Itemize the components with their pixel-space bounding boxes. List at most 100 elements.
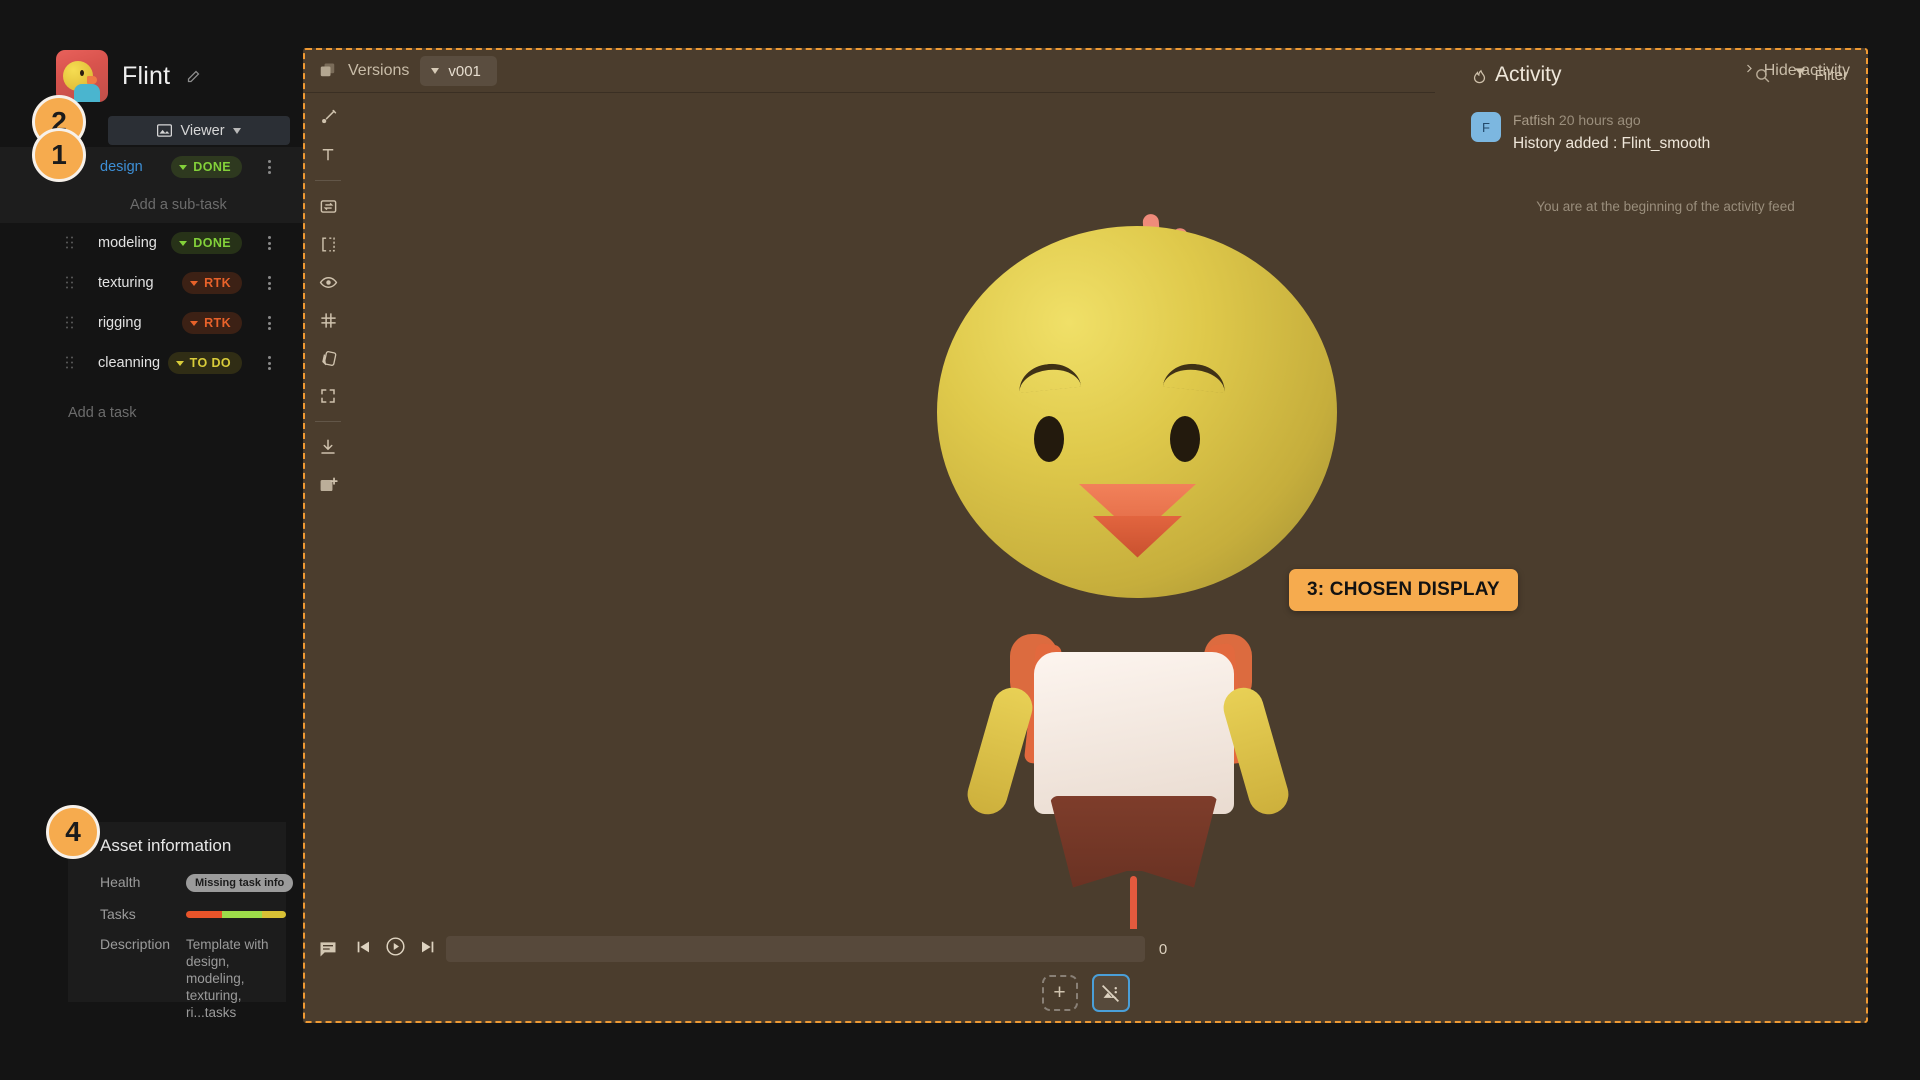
transport-controls — [351, 936, 436, 962]
task-list: design DONE Add a sub-task modeling DONE — [0, 147, 303, 421]
status-badge[interactable]: RTK — [182, 272, 242, 294]
fullscreen-icon[interactable] — [305, 377, 351, 415]
toolbar-divider — [305, 92, 1435, 93]
asset-information-title: Asset information — [100, 836, 232, 855]
filter-button[interactable]: Filter — [1793, 66, 1848, 84]
compare-icon[interactable] — [305, 187, 351, 225]
tasks-progress-bar — [186, 911, 286, 918]
status-badge[interactable]: RTK — [182, 312, 242, 334]
chevron-down-icon — [190, 280, 199, 286]
drag-handle-icon[interactable] — [66, 316, 73, 330]
activity-item-meta: Fatfish 20 hours ago — [1513, 112, 1854, 128]
brand-header: Flint — [0, 0, 303, 102]
health-row: Health Missing task info — [68, 874, 294, 892]
task-menu-button[interactable] — [268, 236, 271, 250]
drag-handle-icon[interactable] — [66, 276, 73, 290]
split-icon[interactable] — [305, 225, 351, 263]
image-plus-icon[interactable] — [305, 466, 351, 504]
play-icon[interactable] — [385, 936, 406, 962]
activity-item-time: 20 hours ago — [1558, 112, 1641, 128]
activity-header: Activity Filter — [1467, 52, 1864, 98]
status-badge[interactable]: TO DO — [167, 352, 242, 374]
skip-to-start-icon[interactable] — [355, 939, 371, 960]
status-badge-label: DONE — [193, 236, 231, 250]
task-name[interactable]: modeling — [98, 235, 157, 251]
left-sidebar: Flint Viewer design DONE Add a sub-task … — [0, 0, 303, 1080]
status-badge-label: RTK — [204, 316, 231, 330]
chevron-down-icon — [232, 127, 241, 134]
viewer-selector[interactable]: Viewer — [108, 116, 290, 145]
tasks-label: Tasks — [100, 906, 136, 922]
viewer-tool-rail — [305, 98, 351, 504]
versions-group: Versions v001 — [305, 56, 497, 86]
add-task-button[interactable]: Add a task — [0, 383, 303, 421]
flame-icon — [1471, 66, 1488, 85]
asset-information-panel: Asset information Health Missing task in… — [68, 822, 294, 1020]
task-row[interactable]: rigging RTK — [0, 303, 303, 343]
drag-handle-icon[interactable] — [66, 236, 73, 250]
task-row[interactable]: cleanning TO DO — [0, 343, 303, 383]
task-name[interactable]: design — [100, 159, 143, 175]
health-status-badge: Missing task info — [186, 874, 294, 892]
tool-divider — [315, 180, 341, 181]
application-window: Flint Viewer design DONE Add a sub-task … — [0, 0, 1920, 1080]
comment-icon[interactable] — [305, 939, 351, 959]
activity-feed-end: You are at the beginning of the activity… — [1536, 199, 1795, 214]
task-name[interactable]: rigging — [98, 315, 142, 331]
description-value: Template with design, modeling, texturin… — [186, 937, 269, 1020]
tasks-progress-row: Tasks — [68, 906, 286, 922]
description-label: Description — [100, 936, 171, 952]
task-name[interactable]: texturing — [98, 275, 154, 291]
no-image-icon[interactable] — [1091, 974, 1130, 1012]
eye-icon[interactable] — [305, 263, 351, 301]
frame-counter: 0 — [1158, 940, 1168, 958]
activity-item: F Fatfish 20 hours ago History added : F… — [1467, 98, 1864, 153]
task-menu-button[interactable] — [268, 276, 271, 290]
brush-icon[interactable] — [305, 98, 351, 136]
download-icon[interactable] — [305, 428, 351, 466]
add-sub-task-button[interactable]: Add a sub-task — [0, 187, 303, 223]
character-render — [894, 96, 1337, 929]
task-menu-button[interactable] — [268, 356, 271, 370]
task-menu-button[interactable] — [268, 316, 271, 330]
swatch-icon[interactable] — [305, 339, 351, 377]
task-name[interactable]: cleanning — [98, 355, 160, 371]
version-selector-value: v001 — [448, 62, 481, 80]
activity-panel: Activity Filter F Fatfish 20 hours ago H… — [1467, 52, 1864, 1018]
annotation-marker-4: 4 — [46, 805, 100, 859]
status-badge-label: TO DO — [189, 356, 231, 370]
chosen-display-callout: 3: CHOSEN DISPLAY — [1289, 569, 1518, 611]
annotation-marker-1: 1 — [32, 128, 86, 182]
chevron-down-icon — [431, 68, 440, 74]
add-media-placeholder-icon[interactable]: + — [1041, 975, 1078, 1011]
chevron-down-icon — [179, 164, 188, 170]
activity-item-author: Fatfish — [1513, 112, 1556, 128]
status-badge-label: DONE — [193, 160, 231, 174]
search-icon[interactable] — [1754, 67, 1771, 84]
pencil-icon[interactable] — [186, 69, 201, 84]
description-row: Description Template with design, modeli… — [68, 936, 286, 1021]
activity-item-body: History added : Flint_smooth — [1513, 135, 1711, 152]
filter-icon — [1793, 66, 1807, 84]
task-row[interactable]: modeling DONE — [0, 223, 303, 263]
versions-icon — [318, 62, 337, 80]
tool-divider — [315, 421, 341, 422]
viewer-selector-label: Viewer — [180, 122, 225, 139]
task-row[interactable]: texturing RTK — [0, 263, 303, 303]
avatar: F — [1471, 112, 1501, 142]
image-icon — [157, 124, 173, 137]
asset-thumbnail — [56, 50, 108, 102]
filter-label: Filter — [1814, 66, 1848, 84]
status-badge[interactable]: DONE — [171, 232, 242, 254]
skip-to-end-icon[interactable] — [420, 939, 436, 960]
grid-icon[interactable] — [305, 301, 351, 339]
timeline-scrubber[interactable] — [446, 936, 1145, 962]
chevron-down-icon — [190, 320, 199, 326]
version-selector[interactable]: v001 — [420, 56, 497, 86]
chevron-down-icon — [175, 360, 184, 366]
task-menu-button[interactable] — [268, 160, 271, 174]
status-badge-label: RTK — [204, 276, 231, 290]
drag-handle-icon[interactable] — [66, 356, 73, 370]
status-badge[interactable]: DONE — [171, 156, 242, 178]
text-icon[interactable] — [305, 136, 351, 174]
